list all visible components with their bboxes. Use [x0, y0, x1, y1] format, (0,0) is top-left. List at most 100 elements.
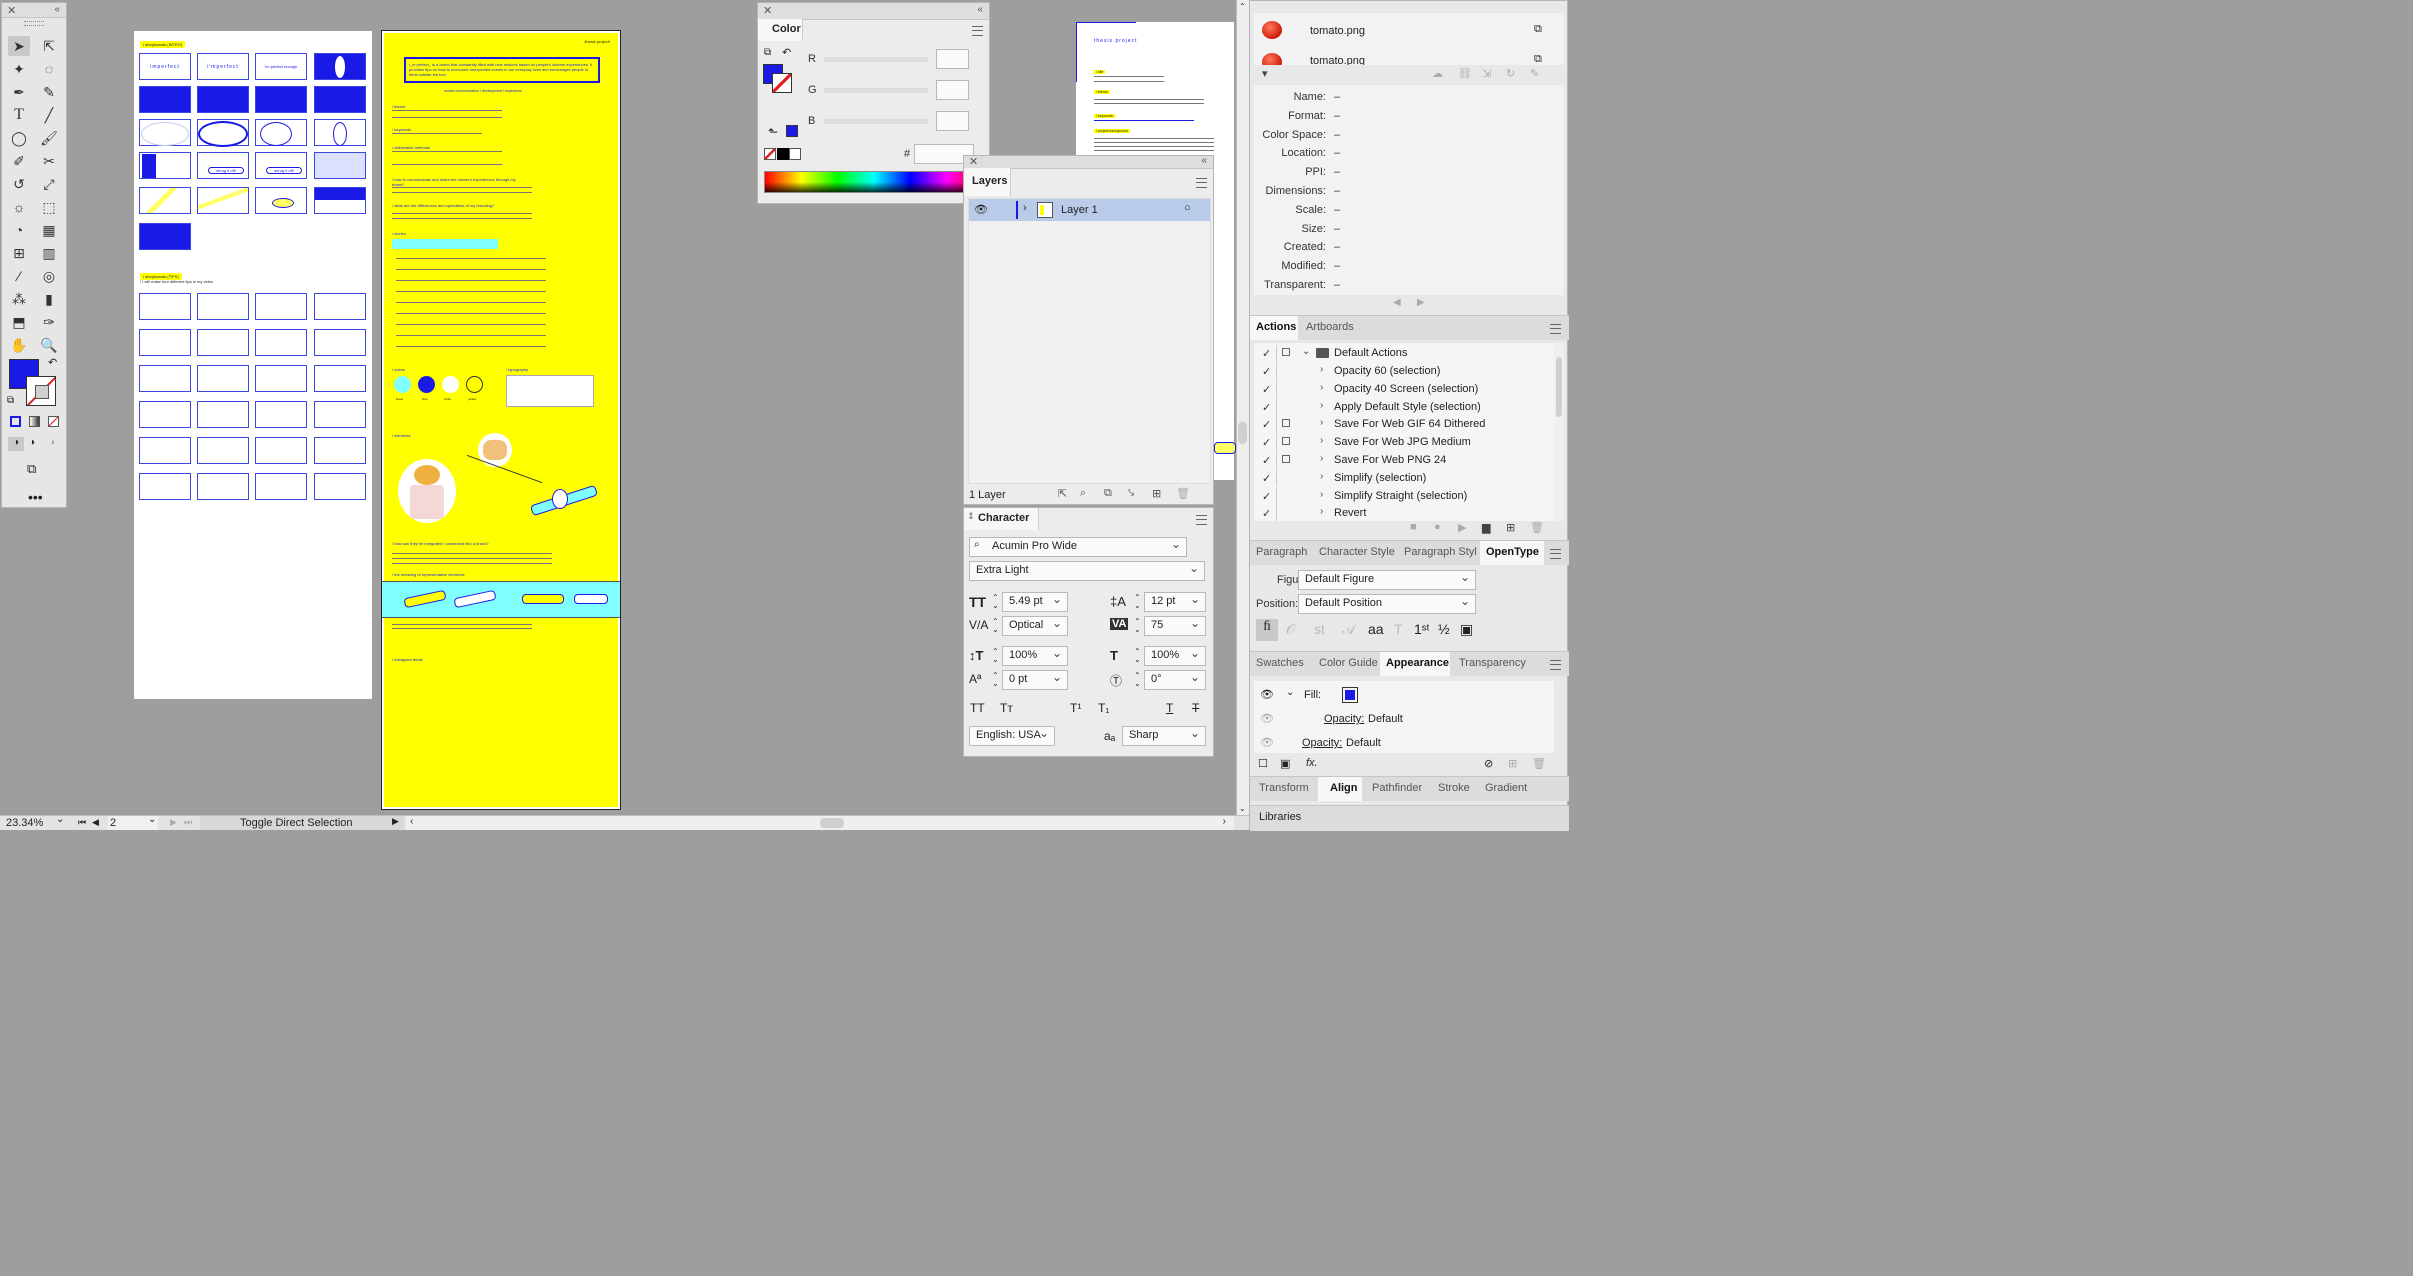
action-toggle-check-icon[interactable]: ✓: [1262, 507, 1271, 520]
libraries-tab[interactable]: Libraries: [1259, 811, 1301, 823]
none-mode-icon[interactable]: [48, 416, 59, 427]
titling-alternates-icon[interactable]: T: [1394, 621, 1403, 637]
collapse-icon[interactable]: «: [1201, 155, 1207, 166]
antialias-select[interactable]: Sharp: [1122, 726, 1206, 746]
expand-chevron-icon[interactable]: ›: [1320, 471, 1323, 482]
swap-icon[interactable]: ↶: [782, 46, 791, 59]
close-icon[interactable]: ✕: [7, 4, 16, 17]
vertical-scale-field[interactable]: 100%: [1002, 646, 1068, 666]
locate-object-icon[interactable]: ⌕: [1080, 487, 1086, 500]
leading-field[interactable]: 12 pt: [1144, 592, 1206, 612]
delete-layer-icon[interactable]: 🗑: [1176, 487, 1190, 500]
action-item[interactable]: ✓ › Opacity 40 Screen (selection): [1254, 380, 1554, 398]
action-toggle-check-icon[interactable]: ✓: [1262, 490, 1271, 503]
link-row[interactable]: tomato.png ⧉: [1254, 19, 1564, 41]
stylistic-sets-icon[interactable]: ▣: [1460, 621, 1473, 638]
export-icon[interactable]: ⇱: [1058, 487, 1067, 500]
clipping-mask-icon[interactable]: ⧉: [1104, 487, 1112, 500]
language-select[interactable]: English: USA: [969, 726, 1055, 746]
artboard-2[interactable]: /thesis project/ i_m perfect_ is a brand…: [381, 30, 621, 810]
expand-chevron-icon[interactable]: ›: [1023, 202, 1027, 214]
direct-selection-tool-icon[interactable]: ⇱: [38, 36, 60, 56]
action-toggle-check-icon[interactable]: ✓: [1262, 383, 1271, 396]
underline-icon[interactable]: T: [1166, 701, 1173, 715]
dialog-toggle-icon[interactable]: [1282, 348, 1290, 356]
horizontal-scrollbar[interactable]: ‹ ›: [406, 816, 1234, 830]
scroll-left-icon[interactable]: ‹: [410, 816, 413, 827]
pen-tool-icon[interactable]: ✒: [8, 82, 30, 102]
selection-tool-icon[interactable]: ➤: [8, 36, 30, 56]
fill-opacity-row[interactable]: 👁 Opacity: Default: [1254, 709, 1554, 729]
swatches-tab[interactable]: Swatches: [1256, 657, 1304, 669]
action-item[interactable]: ✓ › Revert: [1254, 505, 1554, 521]
vertical-scale-stepper[interactable]: ⌃ ⌄: [992, 648, 999, 664]
b-slider[interactable]: [824, 119, 928, 124]
transparency-tab[interactable]: Transparency: [1459, 657, 1526, 669]
contextual-alternates-icon[interactable]: 𝒪: [1286, 621, 1295, 638]
font-style-select[interactable]: Extra Light: [969, 561, 1205, 581]
action-item[interactable]: ✓ › Opacity 60 (selection): [1254, 363, 1554, 380]
none-color-chip[interactable]: [764, 148, 776, 160]
show-info-icon[interactable]: ▾: [1262, 67, 1268, 80]
action-toggle-check-icon[interactable]: ✓: [1262, 436, 1271, 449]
actions-tab[interactable]: Actions: [1250, 316, 1298, 340]
horizontal-scale-stepper[interactable]: ⌃ ⌄: [1134, 648, 1141, 664]
curvature-tool-icon[interactable]: ✎: [38, 82, 60, 102]
panel-menu-icon[interactable]: [972, 26, 983, 36]
panel-menu-icon[interactable]: [1550, 660, 1561, 670]
lasso-tool-icon[interactable]: ◌: [38, 59, 60, 79]
strikethrough-icon[interactable]: T: [1192, 701, 1199, 715]
expand-chevron-icon[interactable]: ⌄: [1286, 687, 1294, 698]
default-fill-stroke-icon[interactable]: ⧉: [764, 47, 771, 58]
all-caps-icon[interactable]: TT: [970, 701, 985, 715]
visibility-eye-icon[interactable]: 👁: [1260, 712, 1274, 725]
shape-builder-tool-icon[interactable]: ◔: [8, 220, 30, 240]
font-size-field[interactable]: 5.49 pt: [1002, 592, 1068, 612]
action-item[interactable]: ✓ › Apply Default Style (selection): [1254, 398, 1554, 416]
panel-menu-icon[interactable]: [1196, 515, 1207, 525]
artboard-dropdown-icon[interactable]: ⌄: [148, 814, 156, 825]
discretionary-ligatures-icon[interactable]: st: [1314, 621, 1325, 637]
action-toggle-check-icon[interactable]: ✓: [1262, 418, 1271, 431]
perspective-grid-tool-icon[interactable]: ▦: [38, 220, 60, 240]
fractions-icon[interactable]: ½: [1438, 621, 1450, 637]
warp-tool-icon[interactable]: ☼: [8, 197, 30, 217]
close-icon[interactable]: ✕: [763, 4, 772, 17]
opentype-tab[interactable]: OpenType: [1480, 541, 1544, 565]
opacity-label[interactable]: Opacity:: [1302, 737, 1342, 749]
align-tab[interactable]: Align: [1318, 777, 1362, 801]
out-of-gamut-icon[interactable]: ⬑: [768, 125, 778, 139]
black-color-chip[interactable]: [777, 148, 789, 160]
stroke-swatch[interactable]: [26, 376, 56, 406]
character-style-tab[interactable]: Character Style: [1319, 546, 1399, 558]
expand-chevron-icon[interactable]: ›: [1320, 417, 1323, 428]
fill-row[interactable]: 👁 ⌄ Fill:: [1254, 685, 1554, 705]
color-tab[interactable]: Color: [758, 19, 803, 41]
appearance-tab[interactable]: Appearance: [1380, 652, 1450, 676]
draw-inside-icon[interactable]: ◑: [49, 437, 55, 448]
collapse-arrows-icon[interactable]: ⇕: [967, 511, 975, 522]
hand-tool-icon[interactable]: ✋: [8, 335, 30, 355]
zoom-field[interactable]: 23.34% ⌄: [4, 814, 66, 830]
zoom-tool-icon[interactable]: 🔍: [38, 335, 60, 355]
leading-stepper[interactable]: ⌃ ⌄: [1134, 594, 1141, 610]
scroll-up-icon[interactable]: ⌃: [1239, 2, 1246, 11]
new-action-icon[interactable]: ⊞: [1506, 521, 1515, 534]
prev-artboard-icon[interactable]: ◀: [92, 817, 99, 828]
visibility-eye-icon[interactable]: 👁: [1260, 688, 1274, 701]
draw-normal-icon[interactable]: ◑: [8, 437, 24, 451]
eyedropper-tool-icon[interactable]: ⁄: [8, 266, 30, 286]
new-layer-icon[interactable]: ⊞: [1152, 487, 1161, 500]
subscript-icon[interactable]: T₁: [1098, 701, 1109, 715]
new-sublayer-icon[interactable]: ⤥: [1128, 487, 1134, 500]
transform-tab[interactable]: Transform: [1259, 782, 1309, 794]
default-colors-icon[interactable]: ⧉: [7, 395, 14, 406]
r-slider[interactable]: [824, 57, 928, 62]
scissors-tool-icon[interactable]: ✂: [38, 151, 60, 171]
fill-color-chip[interactable]: [1342, 687, 1358, 703]
close-icon[interactable]: ✕: [969, 155, 978, 168]
baseline-shift-stepper[interactable]: ⌃ ⌄: [992, 672, 999, 688]
g-value-field[interactable]: [936, 80, 969, 100]
action-item[interactable]: ✓ › Simplify (selection): [1254, 469, 1554, 487]
stroke-tab[interactable]: Stroke: [1438, 782, 1470, 794]
